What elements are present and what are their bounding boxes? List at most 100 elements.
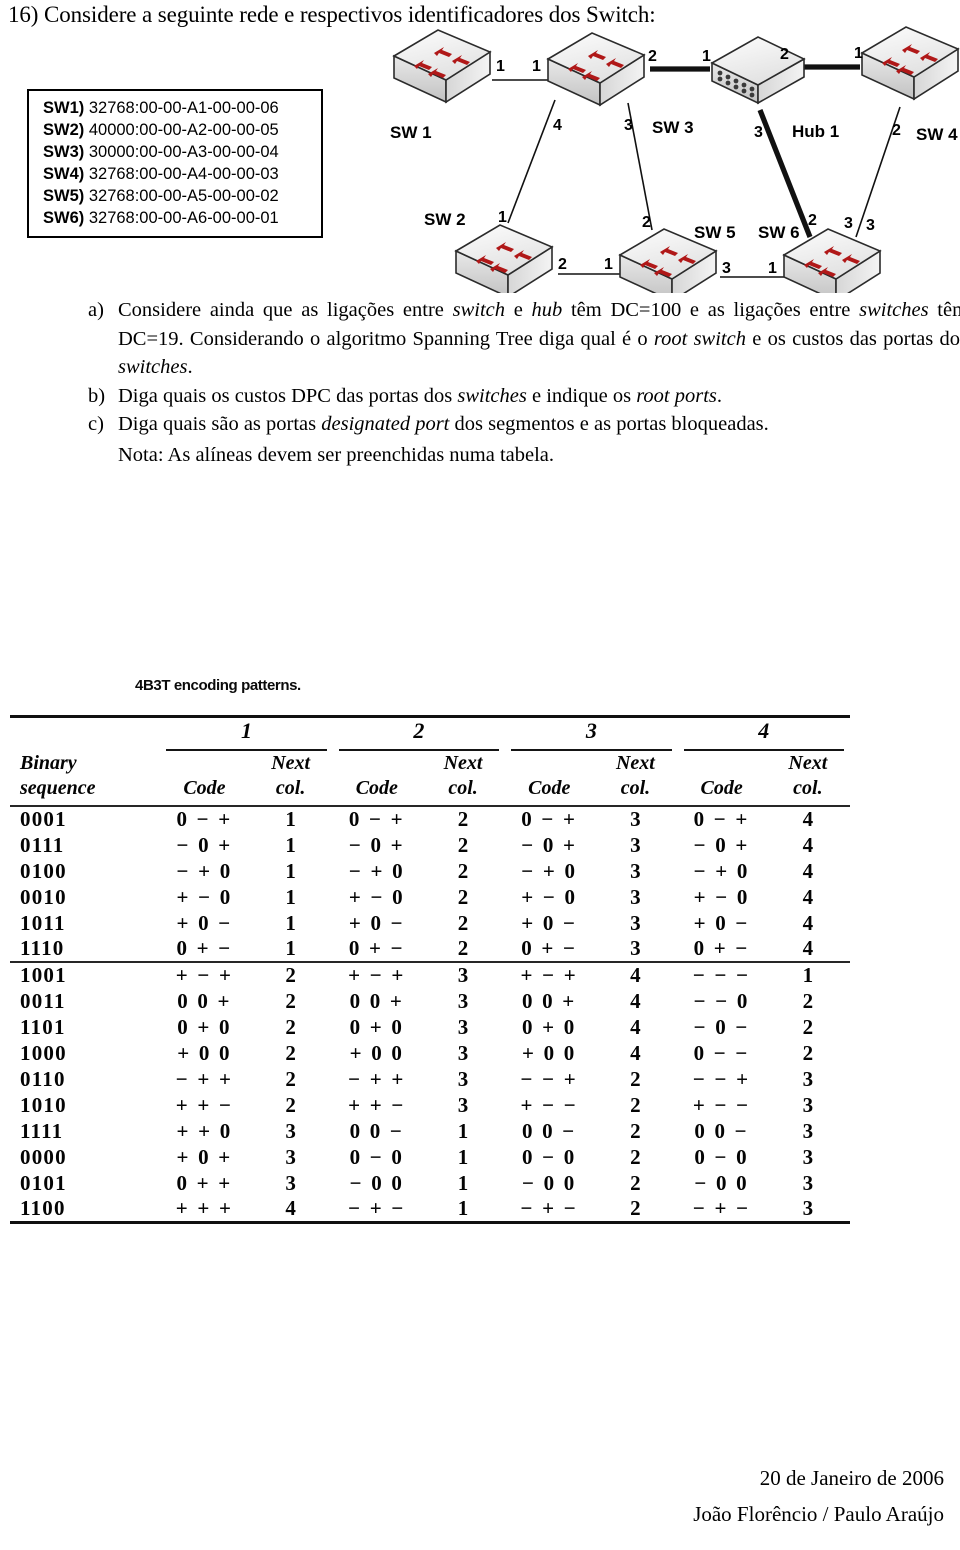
next-col-cell-4: 4 bbox=[802, 885, 814, 909]
encoding-table-row: 0010 + − 0 1 + − 0 2 + − 0 3 + − 0 4 bbox=[10, 884, 850, 910]
port-label-sw6-3: 3 bbox=[844, 215, 853, 232]
code-cell-3: 0 − 0 bbox=[521, 1145, 577, 1169]
code-cell-4: − + 0 bbox=[693, 859, 750, 883]
next-col-cell-3: 3 bbox=[630, 936, 641, 960]
next-col-cell-3: 3 bbox=[630, 911, 641, 935]
binary-sequence-cell: 1011 bbox=[20, 911, 66, 935]
device-label-sw3: SW 3 bbox=[652, 118, 694, 137]
header-binary-line1: Binary bbox=[20, 752, 77, 774]
switch-id-row: SW1) 32768:00-00-A1-00-00-06 bbox=[43, 97, 313, 119]
code-cell-4: 0 + − bbox=[693, 936, 750, 960]
subquestion-b: b) Diga quais os custos DPC das portas d… bbox=[88, 382, 960, 411]
encoding-table-row: 0110 − + + 2 − + + 3 − − + 2 − − + 3 bbox=[10, 1066, 850, 1092]
code-cell-2: − 0 0 bbox=[349, 1171, 405, 1195]
header-code-2: Code bbox=[355, 777, 398, 799]
next-col-cell-2: 3 bbox=[457, 989, 469, 1013]
code-cell-1: + 0 0 bbox=[177, 1041, 232, 1065]
code-cell-2: + − 0 bbox=[348, 885, 405, 909]
next-col-cell-2: 2 bbox=[457, 807, 469, 831]
page-footer: 20 de Janeiro de 2006 João Florêncio / P… bbox=[0, 1460, 960, 1532]
encoding-table-row: 0001 0 − + 1 0 − + 2 0 − + 3 0 − + 4 bbox=[10, 806, 850, 832]
footer-authors: João Florêncio / Paulo Araújo bbox=[693, 1502, 944, 1526]
code-cell-4: − + − bbox=[692, 1196, 751, 1220]
device-label-sw2: SW 2 bbox=[424, 210, 466, 229]
encoding-subheader-row: Binary sequence Code Next col. Code Next bbox=[10, 751, 850, 806]
code-cell-4: − − − bbox=[692, 963, 751, 987]
encoding-table-row: 0000 + 0 + 3 0 − 0 1 0 − 0 2 0 − 0 3 bbox=[10, 1144, 850, 1170]
next-col-cell-4: 3 bbox=[802, 1145, 814, 1169]
colgroup-number-4: 4 bbox=[758, 718, 770, 743]
code-cell-3: − 0 + bbox=[521, 833, 578, 857]
port-label-sw3-1: 1 bbox=[532, 58, 541, 75]
next-col-cell-1: 2 bbox=[285, 1041, 296, 1065]
subquestion-text: Diga quais são as portas designated port… bbox=[118, 413, 769, 436]
next-col-cell-4: 3 bbox=[802, 1067, 814, 1091]
encoding-table-row: 1101 0 + 0 2 0 + 0 3 0 + 0 4 − 0 − 2 bbox=[10, 1014, 850, 1040]
code-cell-1: 0 0 + bbox=[177, 989, 232, 1013]
subquestion-text: Considere ainda que as ligações entre sw… bbox=[118, 299, 960, 379]
code-cell-3: + 0 − bbox=[521, 911, 578, 935]
next-col-cell-1: 1 bbox=[285, 911, 296, 935]
code-cell-4: 0 − 0 bbox=[694, 1145, 749, 1169]
next-col-cell-4: 2 bbox=[802, 1041, 814, 1065]
code-cell-4: − 0 + bbox=[693, 833, 750, 857]
code-cell-2: + 0 0 bbox=[349, 1041, 405, 1065]
port-label-hub1-1: 1 bbox=[702, 48, 711, 65]
device-label-hub1: Hub 1 bbox=[792, 122, 839, 141]
next-col-cell-3: 2 bbox=[630, 1196, 641, 1220]
link-sw3-sw2 bbox=[507, 99, 556, 224]
header-next-col-3: Next col. bbox=[615, 752, 655, 799]
binary-sequence-cell: 0010 bbox=[20, 885, 67, 909]
code-cell-3: − − + bbox=[520, 1067, 578, 1091]
next-col-cell-1: 1 bbox=[285, 859, 296, 883]
switch-id-key: SW5) bbox=[43, 187, 85, 206]
encoding-table-head: 1 2 3 4 Binary sequence Code Next col. C… bbox=[10, 716, 850, 807]
binary-sequence-cell: 1111 bbox=[20, 1119, 64, 1143]
device-sw3 bbox=[547, 32, 645, 106]
code-cell-4: + − − bbox=[692, 1093, 751, 1117]
binary-sequence-cell: 1110 bbox=[20, 936, 65, 960]
encoding-table-row: 1010 + + − 2 + + − 3 + − − 2 + − − 3 bbox=[10, 1092, 850, 1118]
code-cell-1: + − 0 bbox=[176, 885, 233, 909]
next-col-cell-2: 2 bbox=[457, 936, 469, 960]
switch-id-key: SW3) bbox=[43, 143, 85, 162]
next-col-cell-3: 2 bbox=[630, 1145, 641, 1169]
binary-sequence-cell: 0110 bbox=[20, 1067, 66, 1091]
next-col-cell-4: 3 bbox=[802, 1196, 814, 1220]
subquestion-note: Nota: As alíneas devem ser preenchidas n… bbox=[118, 443, 555, 466]
next-col-cell-3: 2 bbox=[630, 1093, 641, 1117]
code-cell-2: 0 0 + bbox=[349, 989, 405, 1013]
binary-sequence-cell: 0111 bbox=[20, 833, 65, 857]
next-col-cell-3: 4 bbox=[630, 1015, 641, 1039]
switch-id-key: SW1) bbox=[43, 99, 85, 117]
encoding-patterns-table: 1 2 3 4 Binary sequence Code Next col. C… bbox=[10, 715, 850, 1224]
port-label-sw5-3: 3 bbox=[722, 260, 731, 277]
binary-sequence-cell: 0100 bbox=[20, 859, 67, 883]
header-next-col-1: Next col. bbox=[271, 752, 311, 799]
switch-id-row: SW2) 40000:00-00-A2-00-00-05 bbox=[43, 119, 313, 141]
next-col-cell-1: 1 bbox=[285, 936, 296, 960]
next-col-cell-4: 4 bbox=[802, 859, 814, 883]
next-col-cell-3: 2 bbox=[630, 1171, 641, 1195]
device-label-sw1: SW 1 bbox=[390, 123, 432, 142]
next-col-cell-1: 2 bbox=[285, 963, 296, 987]
encoding-table-row: 0011 0 0 + 2 0 0 + 3 0 0 + 4 − − 0 2 bbox=[10, 988, 850, 1014]
next-col-cell-1: 3 bbox=[285, 1119, 296, 1143]
network-topology-diagram: SW 1 SW 3 Hub 1 SW 4 SW 2 SW 5 SW 6 1 1 … bbox=[380, 25, 960, 293]
switch-id-value: 30000:00-00-A3-00-00-04 bbox=[88, 143, 279, 162]
code-cell-4: − 0 0 bbox=[694, 1171, 749, 1195]
encoding-patterns-figure: 4B3T encoding patterns. 1 2 3 4 Binary s… bbox=[10, 655, 850, 1305]
code-cell-2: − + + bbox=[348, 1067, 406, 1091]
header-binary-sequence: Binary sequence bbox=[10, 751, 160, 806]
next-col-cell-2: 1 bbox=[457, 1171, 469, 1195]
colgroup-number-3: 3 bbox=[585, 718, 597, 743]
code-cell-1: 0 − + bbox=[176, 807, 233, 831]
switch-id-value: 40000:00-00-A2-00-00-05 bbox=[88, 121, 279, 140]
header-next-col-2: Next col. bbox=[443, 752, 483, 799]
switch-id-row: SW4) 32768:00-00-A4-00-00-03 bbox=[43, 163, 313, 185]
next-col-cell-4: 2 bbox=[802, 989, 814, 1013]
encoding-colgroup-number-row: 1 2 3 4 bbox=[10, 716, 850, 747]
header-code-1: Code bbox=[183, 777, 226, 799]
header-binary-line2: sequence bbox=[20, 777, 96, 799]
subquestion-list: a) Considere ainda que as ligações entre… bbox=[88, 296, 960, 470]
